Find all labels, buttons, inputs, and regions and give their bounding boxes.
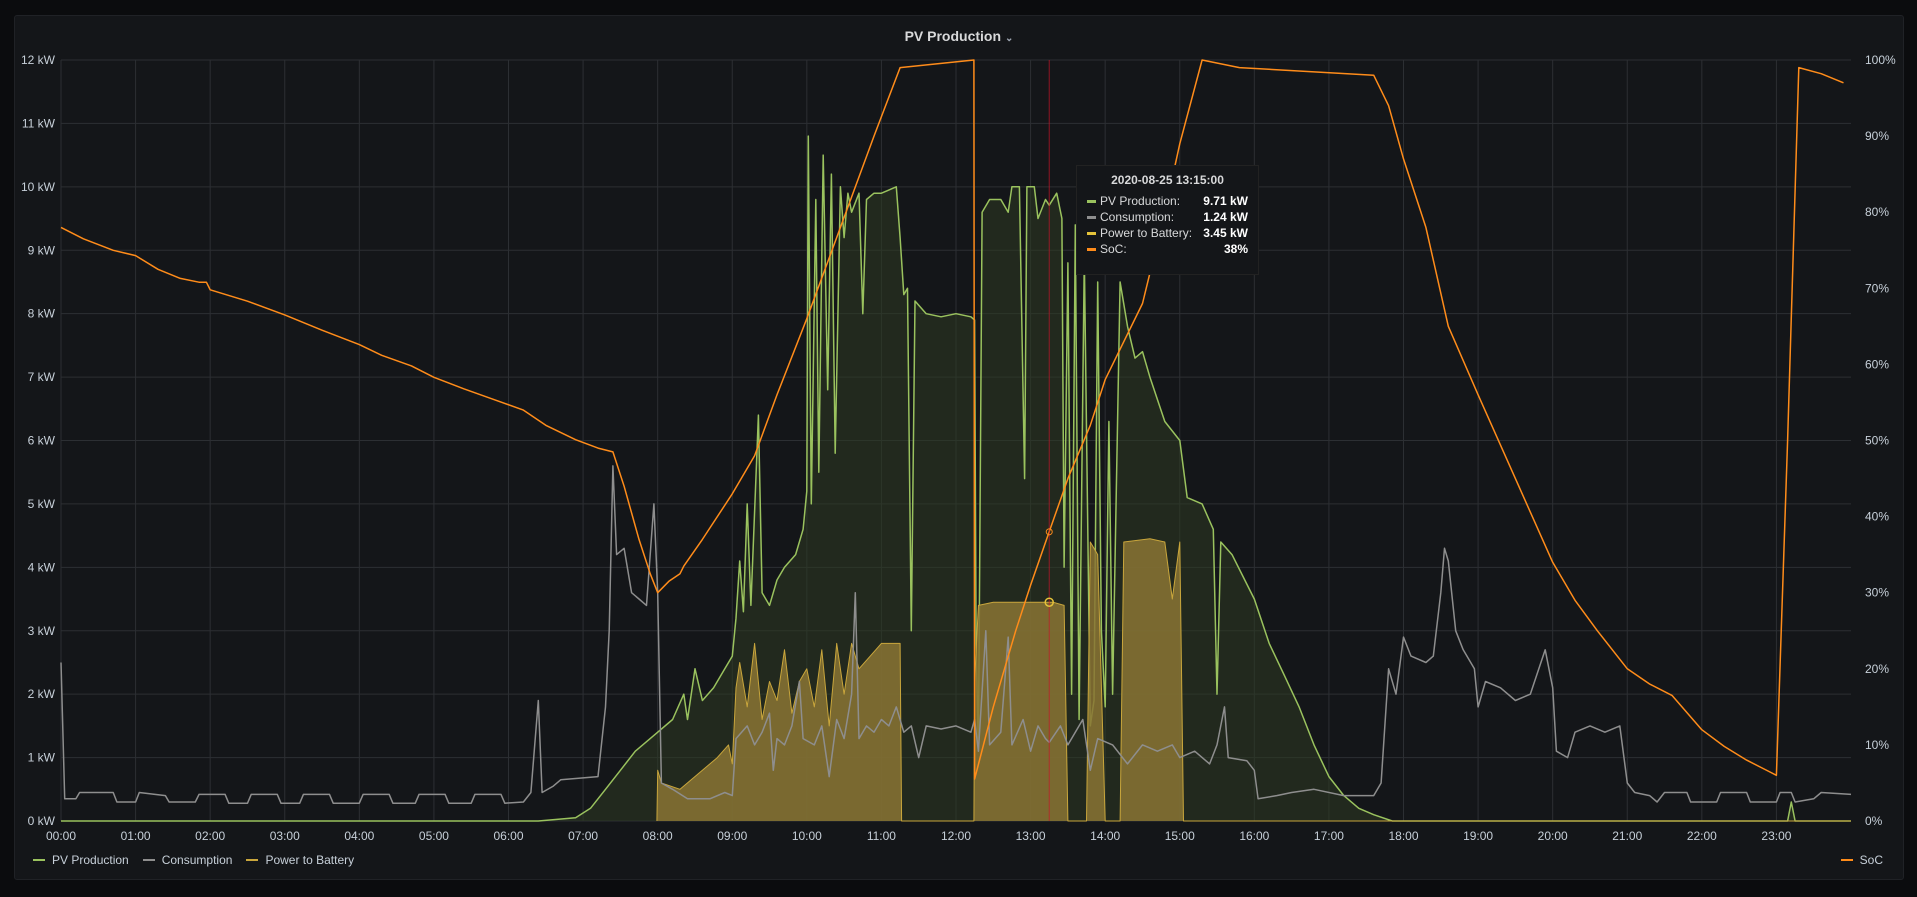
x-tick-label: 21:00 [1612,829,1642,843]
y-right-tick-label: 30% [1865,586,1889,600]
x-tick-label: 05:00 [419,829,449,843]
tooltip-label: SoC: [1100,242,1127,256]
y-right-tick-label: 50% [1865,434,1889,448]
x-tick-label: 23:00 [1761,829,1791,843]
x-tick-label: 03:00 [270,829,300,843]
x-tick-label: 19:00 [1463,829,1493,843]
x-tick-label: 09:00 [717,829,747,843]
x-tick-label: 18:00 [1388,829,1418,843]
y-right-tick-label: 20% [1865,662,1889,676]
y-left-tick-label: 3 kW [28,624,56,638]
y-right-tick-label: 60% [1865,357,1889,371]
x-tick-label: 07:00 [568,829,598,843]
y-right-tick-label: 0% [1865,814,1883,828]
legend-item[interactable]: PV Production [33,853,129,867]
legend-item[interactable]: Consumption [142,853,233,867]
x-tick-label: 22:00 [1687,829,1717,843]
x-tick-label: 08:00 [643,829,673,843]
x-tick-label: 01:00 [121,829,151,843]
tooltip-value: 3.45 kW [1203,226,1248,240]
legend-item[interactable]: Power to Battery [246,853,354,867]
legend-swatch-icon [33,859,45,861]
y-left-tick-label: 0 kW [28,814,56,828]
x-tick-label: 12:00 [941,829,971,843]
legend-left: PV Production Consumption Power to Battery [33,853,368,867]
tooltip-label: Consumption: [1100,210,1175,224]
pv-chart[interactable]: 0 kW 1 kW 2 kW 3 kW 4 kW 5 kW 6 kW 7 kW 8 kW 9 kW… [0,0,1917,897]
x-tick-label: 14:00 [1090,829,1120,843]
y-right-tick-label: 70% [1865,281,1889,295]
x-tick-label: 06:00 [493,829,523,843]
series-swatch-icon [1087,231,1096,235]
legend-item[interactable]: SoC [1840,853,1883,867]
y-left-tick-label: 12 kW [21,53,56,67]
tooltip-value: 38% [1223,242,1248,256]
y-left-tick-label: 1 kW [28,751,56,765]
x-tick-label: 00:00 [46,829,76,843]
x-tick-label: 13:00 [1016,829,1046,843]
tooltip-label: Power to Battery: [1100,226,1193,240]
tooltip-row: SoC: 38% [1087,241,1248,257]
x-tick-label: 02:00 [195,829,225,843]
x-tick-label: 11:00 [867,829,896,843]
tooltip-row: Power to Battery: 3.45 kW [1087,225,1248,241]
legend-swatch-icon [246,859,259,861]
y-left-tick-label: 6 kW [28,434,56,448]
y-left-tick-label: 9 kW [28,243,56,257]
y-left-tick-label: 4 kW [28,560,56,574]
tooltip-row: PV Production: 9.71 kW [1087,193,1248,209]
legend-swatch-icon [142,859,155,861]
y-left-tick-label: 2 kW [28,687,56,701]
x-tick-label: 15:00 [1165,829,1195,843]
x-tick-label: 04:00 [344,829,374,843]
y-right-tick-label: 80% [1865,205,1889,219]
x-tick-label: 10:00 [792,829,822,843]
tooltip-label: PV Production: [1100,194,1181,208]
legend-label: Power to Battery [265,853,355,867]
x-tick-label: 17:00 [1314,829,1344,843]
legend-swatch-icon [1840,859,1853,861]
y-left-tick-label: 10 kW [21,180,56,194]
y-right-tick-label: 100% [1865,53,1896,67]
x-tick-label: 16:00 [1239,829,1269,843]
y-left-tick-label: 11 kW [22,116,56,130]
tooltip-value: 9.71 kW [1203,194,1248,208]
y-left-tick-label: 5 kW [28,497,56,511]
series-swatch-icon [1087,199,1096,203]
legend-right: SoC [1840,853,1897,867]
tooltip-time: 2020-08-25 13:15:00 [1111,173,1224,187]
series-swatch-icon [1087,215,1096,219]
series-swatch-icon [1087,247,1096,251]
y-left-tick-label: 8 kW [28,307,56,321]
legend-label: PV Production [52,853,129,867]
y-left-tick-label: 7 kW [28,370,56,384]
tooltip-row: Consumption: 1.24 kW [1087,209,1248,225]
tooltip-value: 1.24 kW [1203,210,1248,224]
y-right-tick-label: 40% [1865,510,1889,524]
y-right-tick-label: 10% [1865,738,1889,752]
hover-tooltip: 2020-08-25 13:15:00 PV Production: 9.71 k… [1076,165,1259,275]
x-tick-label: 20:00 [1538,829,1568,843]
legend-label: Consumption [161,853,233,867]
y-right-tick-label: 90% [1865,129,1889,143]
legend-label: SoC [1859,853,1883,867]
